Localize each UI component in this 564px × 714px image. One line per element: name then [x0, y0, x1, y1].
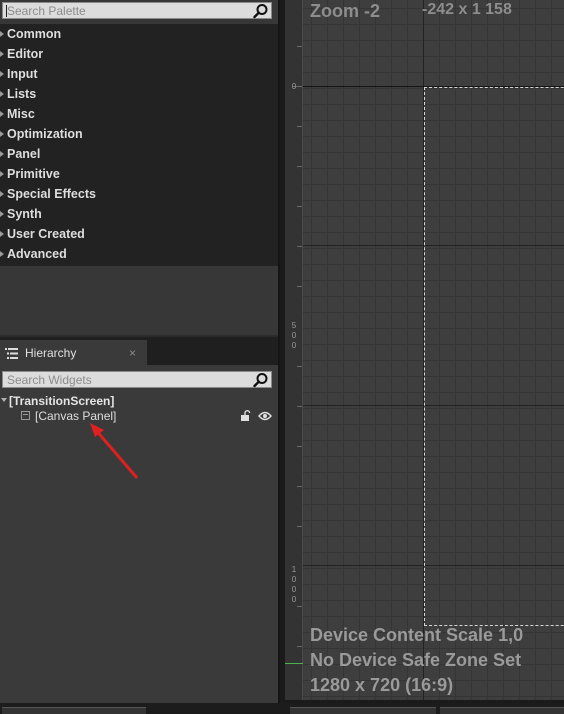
safe-zone-info: No Device Safe Zone Set [310, 650, 522, 670]
expand-arrow-icon [0, 171, 4, 177]
zoom-level: Zoom -2 [310, 1, 380, 21]
tab-close-button[interactable]: × [129, 346, 136, 360]
palette-category-label: User Created [7, 227, 85, 241]
palette-category-editor[interactable]: Editor [0, 44, 280, 64]
palette-category-advanced[interactable]: Advanced [0, 244, 280, 264]
device-frame [424, 87, 564, 626]
hierarchy-panel: Search Widgets [TransitionScreen] [Canva… [0, 365, 280, 703]
palette-category-input[interactable]: Input [0, 64, 280, 84]
expand-arrow-icon [0, 151, 4, 157]
expand-arrow-icon[interactable] [1, 398, 7, 402]
cursor-coordinates: -242 x 1 158 [422, 1, 512, 18]
palette-category-label: Panel [7, 147, 41, 161]
palette-category-label: Optimization [7, 127, 83, 141]
expand-arrow-icon [0, 131, 4, 137]
ruler-label-500-1: 5 [291, 321, 297, 330]
bottom-tab-strip [0, 703, 564, 714]
palette-category-label: Synth [7, 207, 42, 221]
expand-arrow-icon [0, 251, 4, 257]
ruler-marker [285, 663, 303, 664]
device-content-scale: Device Content Scale 1,0 [310, 625, 524, 645]
tree-item-label: [TransitionScreen] [9, 394, 115, 408]
palette-category-optimization[interactable]: Optimization [0, 124, 280, 144]
palette-category-lists[interactable]: Lists [0, 84, 280, 104]
palette-category-primitive[interactable]: Primitive [0, 164, 280, 184]
palette-search-input[interactable]: Search Palette [2, 2, 272, 19]
expand-arrow-icon [0, 71, 4, 77]
expand-arrow-icon [0, 111, 4, 117]
search-icon[interactable] [252, 3, 269, 19]
resolution-info: 1280 x 720 (16:9) [310, 675, 454, 695]
palette-category-label: Advanced [7, 247, 67, 261]
tab-hierarchy-label: Hierarchy [25, 346, 77, 360]
widget-search-placeholder: Search Widgets [7, 373, 92, 387]
expand-arrow-icon [0, 91, 4, 97]
annotation-arrow [90, 423, 139, 479]
hierarchy-tab-bar: Hierarchy × [0, 337, 280, 365]
tree-item-transition-screen[interactable]: [TransitionScreen] [0, 394, 280, 409]
expand-arrow-icon [0, 51, 4, 57]
palette-category-synth[interactable]: Synth [0, 204, 280, 224]
ruler-label-1000-2: 0 [291, 575, 297, 584]
ruler-label-1000-3: 0 [291, 585, 297, 594]
palette-category-misc[interactable]: Misc [0, 104, 280, 124]
palette-category-label: Input [7, 67, 38, 81]
palette-category-label: Editor [7, 47, 44, 61]
palette-search-placeholder: Search Palette [7, 4, 86, 18]
palette-panel: Search Palette Common Editor Input Lists Mis… [0, 0, 280, 335]
palette-category-common[interactable]: Common [0, 24, 280, 44]
search-icon[interactable] [252, 372, 269, 388]
expand-arrow-icon [0, 31, 4, 37]
left-panel: Search Palette Common Editor Input Lists Mis… [0, 0, 280, 713]
ruler-label-500-2: 0 [291, 331, 297, 340]
tab-hierarchy[interactable]: Hierarchy × [0, 340, 147, 365]
designer-canvas[interactable]: 0 5 0 0 1 0 0 0 Zoom -2 -242 x 1 158 Dev… [285, 0, 564, 700]
eye-icon[interactable] [258, 411, 272, 421]
ruler-label-500-3: 0 [291, 341, 297, 350]
palette-category-label: Primitive [7, 167, 60, 181]
widget-search-input[interactable]: Search Widgets [2, 371, 272, 388]
ruler-label-0: 0 [291, 82, 297, 91]
palette-category-list: Common Editor Input Lists Misc Optimization Pa… [0, 24, 280, 266]
expand-arrow-icon [0, 191, 4, 197]
ruler-label-1000-1: 1 [291, 565, 297, 574]
tree-list-icon [5, 348, 18, 359]
panel-splitter[interactable] [278, 0, 280, 713]
expand-arrow-icon [0, 231, 4, 237]
expand-arrow-icon [0, 211, 4, 217]
lock-icon[interactable] [240, 410, 252, 422]
palette-category-label: Lists [7, 87, 37, 101]
palette-category-user-created[interactable]: User Created [0, 224, 280, 244]
ruler-label-1000-4: 0 [291, 595, 297, 604]
palette-category-label: Special Effects [7, 187, 96, 201]
widget-icon [21, 411, 30, 420]
palette-category-label: Common [7, 27, 62, 41]
palette-category-label: Misc [7, 107, 35, 121]
vertical-ruler: 0 5 0 0 1 0 0 0 [285, 0, 303, 700]
palette-category-special-effects[interactable]: Special Effects [0, 184, 280, 204]
palette-category-panel[interactable]: Panel [0, 144, 280, 164]
